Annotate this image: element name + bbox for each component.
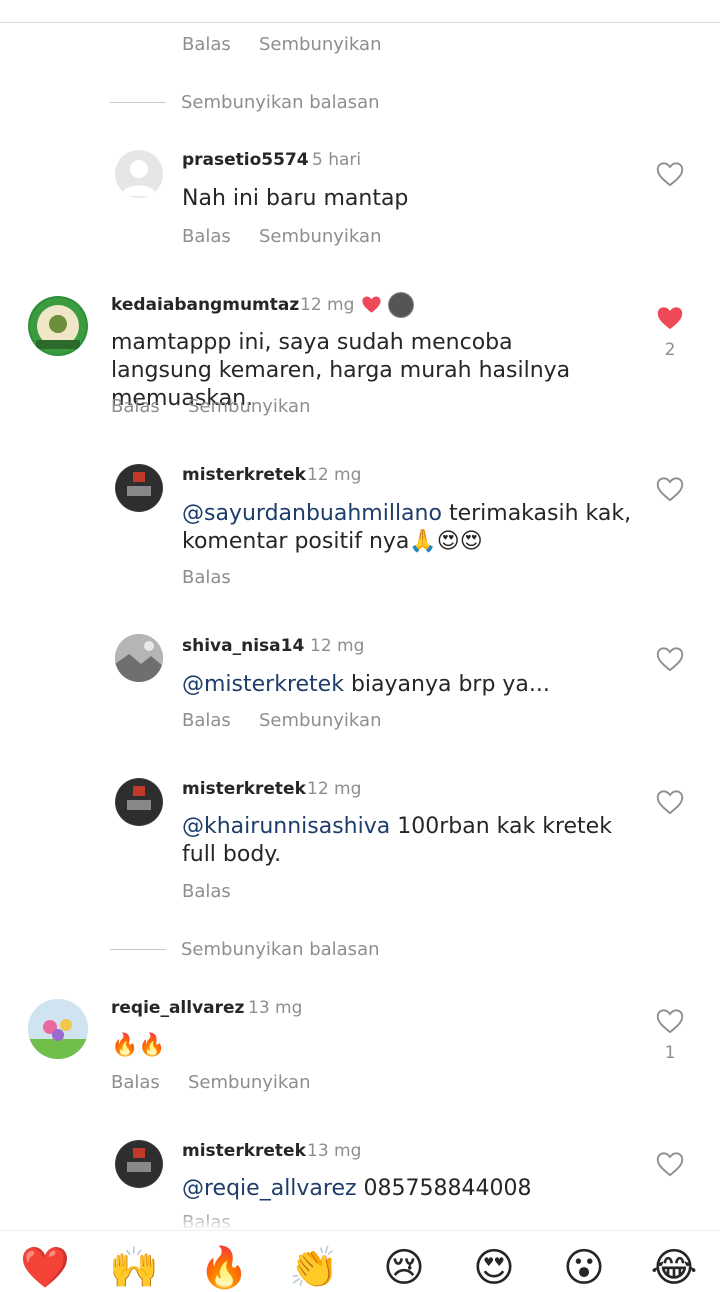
like-heart-icon[interactable] (656, 1151, 684, 1177)
reaction-fire-icon[interactable]: 🔥 (198, 1244, 250, 1292)
hide-button[interactable]: Sembunyikan (259, 34, 381, 55)
mention-link[interactable]: @reqie_allvarez (182, 1176, 357, 1201)
comment-time: 12 mg (300, 295, 355, 315)
hide-button[interactable]: Sembunyikan (259, 226, 381, 247)
comment-username[interactable]: misterkretek (182, 779, 306, 799)
hide-button[interactable]: Sembunyikan (259, 710, 381, 731)
like-count: 2 (664, 340, 676, 360)
scroll-fade (0, 1212, 720, 1230)
hide-replies-line (110, 102, 166, 103)
reply-button[interactable]: Balas (182, 34, 231, 55)
reaction-crying-icon[interactable]: 😢 (378, 1244, 430, 1292)
hide-replies-line (110, 949, 166, 950)
comment-username[interactable]: prasetio5574 (182, 150, 309, 170)
like-heart-icon[interactable] (656, 1008, 684, 1034)
like-heart-icon[interactable] (656, 476, 684, 502)
avatar[interactable] (115, 778, 163, 826)
comment-text: 🔥🔥 (111, 1033, 166, 1058)
photo-avatar-icon (28, 999, 88, 1059)
reply-button[interactable]: Balas (182, 567, 231, 588)
comment-text: @misterkretek biayanya brp ya... (182, 672, 550, 697)
hide-button[interactable]: Sembunyikan (188, 396, 310, 417)
reply-button[interactable]: Balas (182, 226, 231, 247)
avatar[interactable] (115, 150, 163, 198)
misterkretek-logo-icon (116, 465, 162, 511)
comment-text: @sayurdanbuahmillano terimakasih kak, ko… (182, 501, 632, 554)
creator-avatar-icon (388, 292, 414, 318)
hide-replies-button[interactable]: Sembunyikan balasan (181, 939, 380, 960)
comment-time: 12 mg (310, 636, 365, 656)
comment-time: 12 mg (307, 779, 362, 799)
comment-username[interactable]: shiva_nisa14 (182, 636, 304, 656)
reply-button[interactable]: Balas (182, 881, 231, 902)
comment-text: @reqie_allvarez 085758844008 (182, 1176, 532, 1201)
reply-button[interactable]: Balas (182, 710, 231, 731)
avatar[interactable] (115, 464, 163, 512)
creator-liked-heart-icon (362, 296, 381, 313)
reaction-laughing-icon[interactable]: 😂 (648, 1244, 700, 1292)
hide-button[interactable]: Sembunyikan (188, 1072, 310, 1093)
like-heart-icon[interactable] (656, 646, 684, 672)
reaction-heart-icon[interactable]: ❤️ (19, 1244, 71, 1292)
top-divider (0, 22, 720, 23)
mention-link[interactable]: @misterkretek (182, 672, 344, 697)
liked-heart-icon[interactable] (656, 305, 684, 331)
comment-username[interactable]: reqie_allvarez (111, 998, 244, 1018)
comment-text: @khairunnisashiva 100rban kak kretek ful… (182, 814, 612, 867)
mention-link[interactable]: @sayurdanbuahmillano (182, 501, 442, 526)
avatar[interactable] (115, 1140, 163, 1188)
reaction-surprised-icon[interactable]: 😮 (558, 1244, 610, 1292)
comment-time: 12 mg (307, 465, 362, 485)
reaction-heart-eyes-icon[interactable]: 😍 (468, 1244, 520, 1292)
avatar[interactable] (28, 296, 88, 356)
avatar[interactable] (28, 999, 88, 1059)
reaction-clap-icon[interactable]: 👏 (288, 1244, 340, 1292)
like-count: 1 (664, 1043, 676, 1063)
comment-text: Nah ini baru mantap (182, 186, 409, 211)
reply-button[interactable]: Balas (111, 1072, 160, 1093)
comment-username[interactable]: misterkretek (182, 1141, 306, 1161)
comment-time: 13 mg (248, 998, 303, 1018)
comment-username[interactable]: misterkretek (182, 465, 306, 485)
comment-username[interactable]: kedaiabangmumtaz (111, 295, 299, 315)
photo-avatar-icon (115, 634, 163, 682)
comment-time: 13 mg (307, 1141, 362, 1161)
avatar[interactable] (115, 634, 163, 682)
shop-logo-icon (30, 298, 86, 354)
misterkretek-logo-icon (116, 779, 162, 825)
hide-replies-button[interactable]: Sembunyikan balasan (181, 92, 380, 113)
misterkretek-logo-icon (116, 1141, 162, 1187)
reply-button[interactable]: Balas (111, 396, 160, 417)
comment-text: mamtappp ini, saya sudah mencoba langsun… (111, 330, 571, 411)
comment-time: 5 hari (312, 150, 362, 170)
like-heart-icon[interactable] (656, 789, 684, 815)
default-avatar-icon (121, 160, 157, 196)
reaction-raised-hands-icon[interactable]: 🙌 (108, 1244, 160, 1292)
mention-link[interactable]: @khairunnisashiva (182, 814, 390, 839)
like-heart-icon[interactable] (656, 161, 684, 187)
